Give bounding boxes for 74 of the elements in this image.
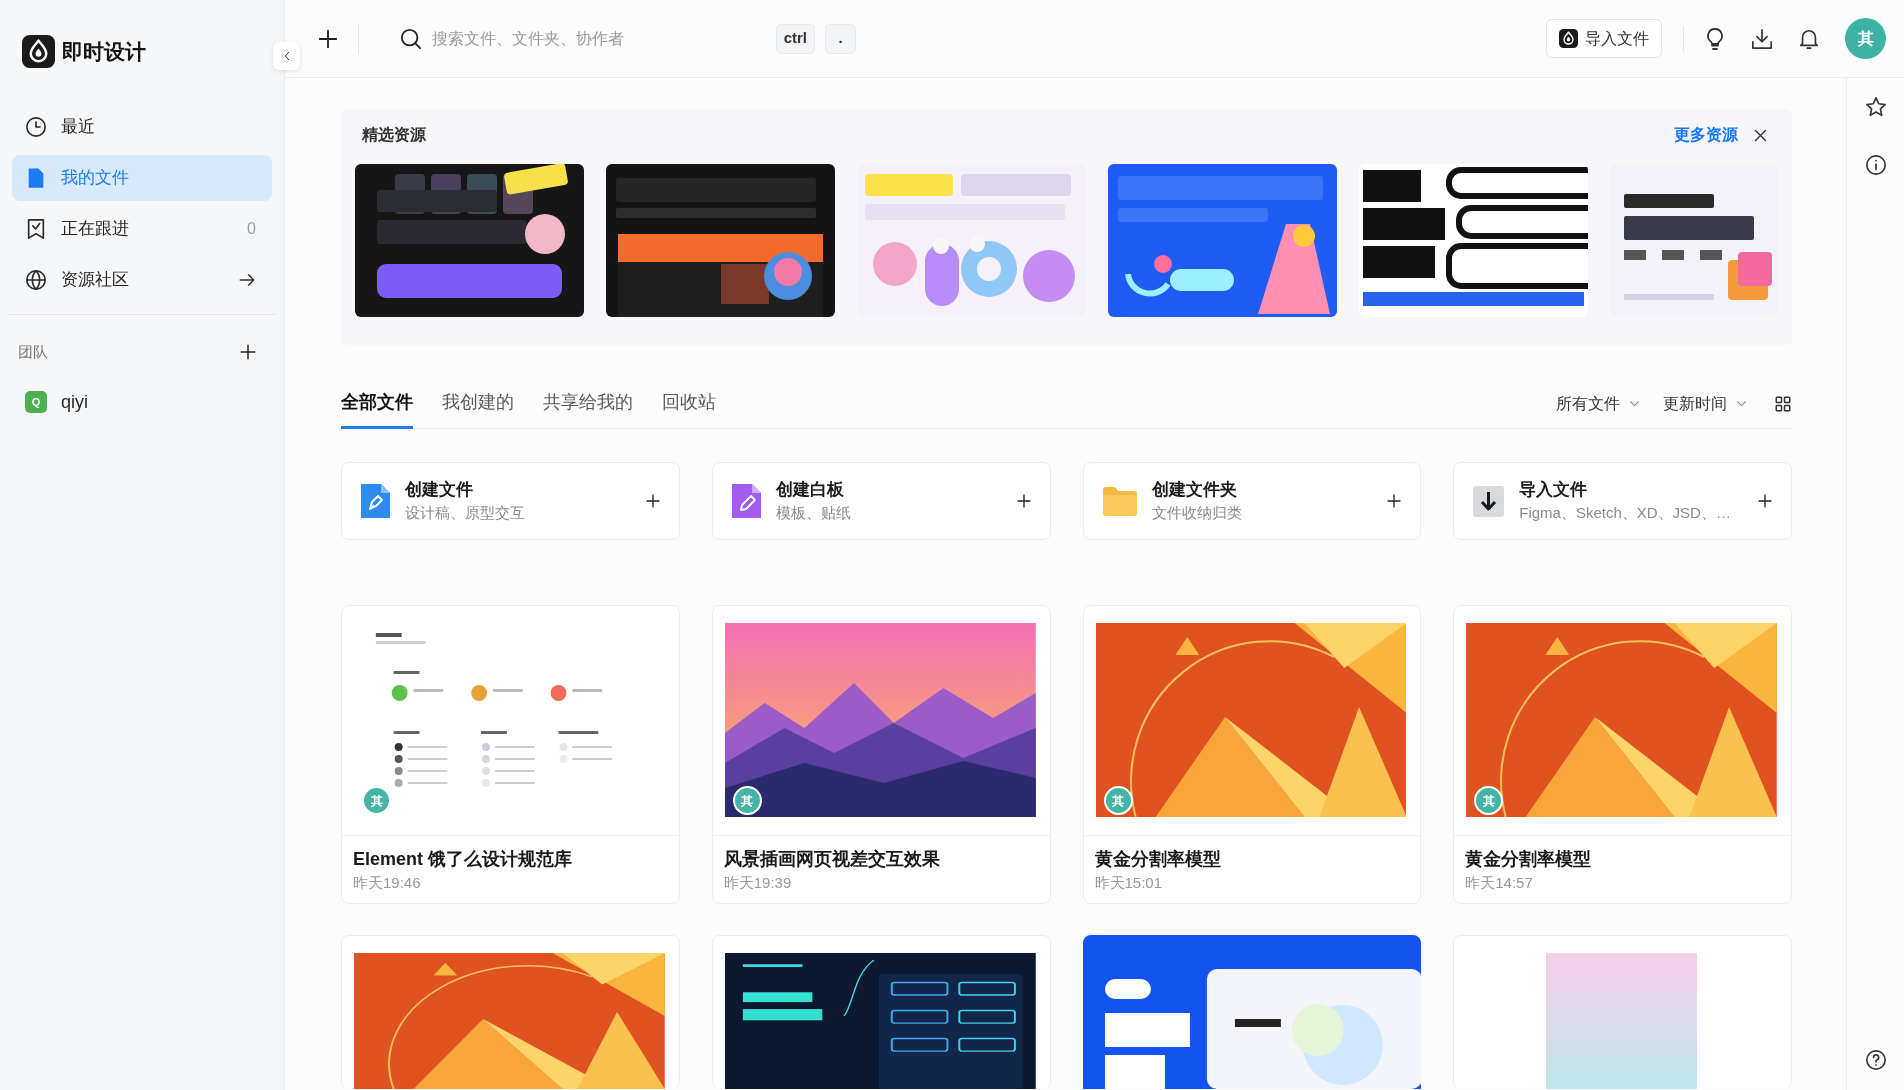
filter-dropdown[interactable]: 更新时间	[1663, 391, 1748, 416]
create-card[interactable]: 创建文件夹 文件收纳归类	[1082, 462, 1422, 540]
pen-file-icon	[361, 484, 390, 518]
file-card[interactable]: 其 黄金分割率模型 昨天14:57	[1453, 605, 1792, 904]
plus-icon[interactable]	[239, 343, 257, 361]
create-card[interactable]: 导入文件 Figma、Sketch、XD、JSD、…	[1453, 462, 1792, 540]
banner-drawing[interactable]	[355, 164, 584, 317]
import-button[interactable]: 导入文件	[1546, 19, 1662, 58]
more-resources-link[interactable]: 更多资源	[1674, 123, 1738, 147]
card-title: 创建白板	[775, 479, 845, 501]
card-subtitle: 设计稿、原型交互	[405, 503, 525, 523]
tab[interactable]: 全部文件	[341, 379, 413, 429]
info-icon[interactable]	[1864, 154, 1887, 176]
plus-icon[interactable]	[1015, 493, 1032, 509]
tab[interactable]: 共享给我的	[543, 379, 633, 429]
card-subtitle: 文件收纳归类	[1151, 503, 1242, 523]
file-time: 昨天19:46	[353, 873, 422, 893]
team-item[interactable]: Q qiyi	[12, 382, 272, 422]
card-subtitle: Figma、Sketch、XD、JSD、…	[1519, 503, 1731, 523]
file-title: 风景插画网页视差交互效果	[723, 848, 941, 871]
nav-item[interactable]: 正在跟进 0	[12, 206, 272, 252]
file-title: 黄金分割率模型	[1465, 848, 1593, 871]
search-icon	[400, 27, 422, 50]
card-title: 导入文件	[1519, 479, 1589, 501]
globe-icon	[25, 269, 47, 291]
grid-view-icon[interactable]	[1774, 394, 1792, 413]
bell-icon[interactable]	[1798, 27, 1820, 50]
file-title: 黄金分割率模型	[1094, 848, 1222, 871]
tab[interactable]: 我创建的	[442, 379, 514, 429]
plus-icon[interactable]	[1386, 493, 1403, 509]
clock-icon	[25, 116, 47, 138]
help-icon[interactable]	[1864, 1049, 1887, 1071]
plus-icon[interactable]	[317, 27, 339, 50]
search-field[interactable]: 搜索文件、文件夹、协作者	[432, 23, 766, 54]
create-card[interactable]: 创建白板 模板、贴纸	[711, 462, 1051, 540]
banner-drawing[interactable]	[1359, 164, 1588, 317]
logo-icon	[1559, 29, 1578, 48]
section-title: 精选资源	[362, 125, 426, 145]
brand-name: 即时设计	[62, 38, 146, 65]
section-title: 团队	[18, 341, 48, 362]
team-avatar: Q	[25, 391, 47, 413]
owner-avatar: 其	[362, 786, 391, 815]
file-card[interactable]: 其 风景插画网页视差交互效果 昨天19:39	[711, 605, 1051, 904]
card-title: 创建文件	[405, 479, 474, 501]
plus-icon[interactable]	[644, 493, 661, 509]
nav-item[interactable]: 最近	[12, 104, 272, 150]
follow-count: 0	[247, 219, 256, 239]
filter-dropdown[interactable]: 所有文件	[1556, 391, 1641, 416]
portfolio-cover-drawing[interactable]	[1082, 935, 1422, 1089]
file-card[interactable]	[711, 935, 1051, 1089]
nav-item[interactable]: 资源社区	[12, 257, 272, 303]
star-icon[interactable]	[1864, 96, 1887, 118]
pencil-file-icon	[731, 484, 761, 518]
file-title: Element 饿了么设计规范库	[353, 848, 574, 871]
plus-icon[interactable]	[1757, 493, 1773, 509]
file-time: 昨天15:01	[1094, 873, 1164, 893]
shortcut-key: .	[825, 23, 856, 54]
bookmark-check-icon	[25, 218, 47, 240]
create-card[interactable]: 创建文件 设计稿、原型交互	[341, 462, 680, 540]
file-card[interactable]: 其 黄金分割率模型 昨天15:01	[1082, 605, 1422, 904]
file-time: 昨天14:57	[1465, 873, 1534, 893]
close-icon[interactable]	[1753, 127, 1768, 143]
banner-drawing[interactable]	[606, 164, 835, 317]
file-card[interactable]: 其 Element 饿了么设计规范库 昨天19:46	[341, 605, 680, 904]
folder-icon	[1102, 486, 1137, 516]
card-subtitle: 模板、贴纸	[775, 503, 851, 523]
file-time: 昨天19:39	[723, 873, 793, 893]
arrow-right-icon	[238, 271, 256, 289]
shortcut-key: ctrl	[775, 23, 815, 54]
logo-icon	[22, 35, 55, 68]
card-title: 创建文件夹	[1151, 479, 1238, 501]
banner-drawing[interactable]	[1610, 164, 1778, 317]
download-icon[interactable]	[1751, 27, 1773, 50]
tab[interactable]: 回收站	[662, 379, 716, 429]
